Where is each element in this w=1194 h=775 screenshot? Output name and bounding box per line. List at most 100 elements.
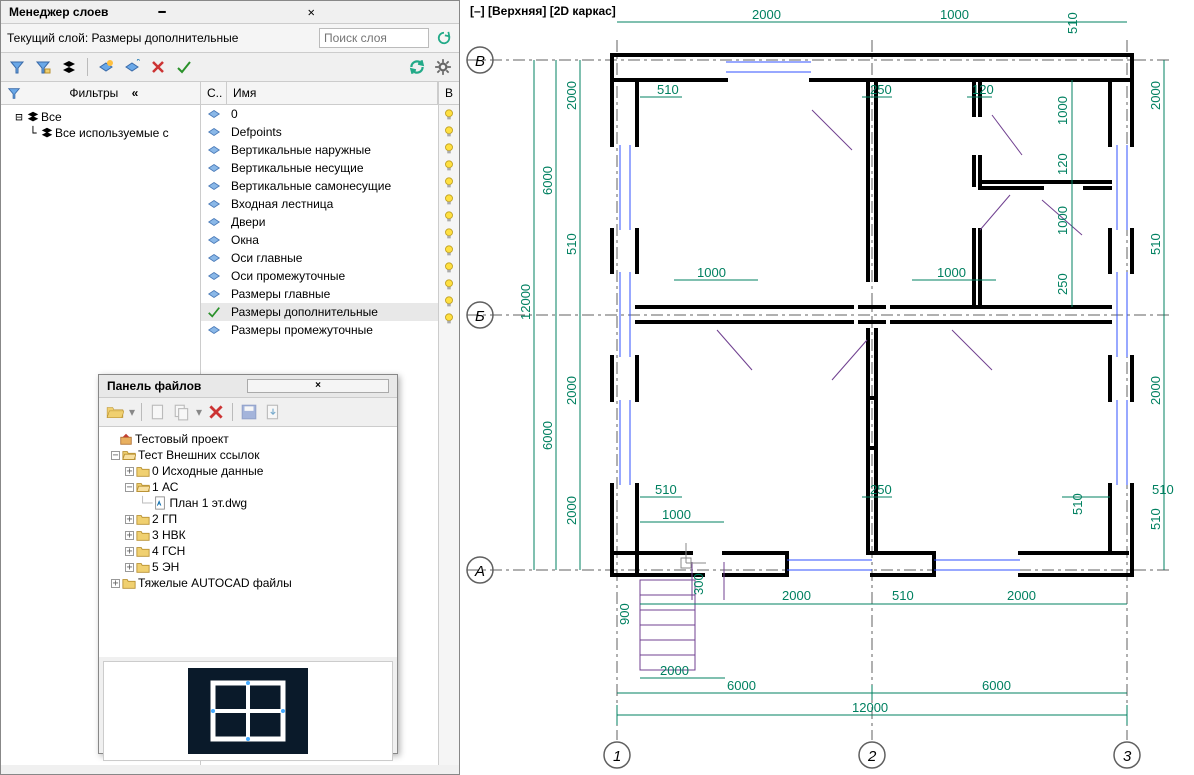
files-panel-titlebar[interactable]: Панель файлов × xyxy=(99,375,397,398)
folder-item[interactable]: − 1 АС xyxy=(103,479,393,495)
lightbulb-on-icon[interactable] xyxy=(442,244,456,258)
svg-text:510: 510 xyxy=(657,82,679,97)
layer-row[interactable]: Оси промежуточные xyxy=(201,267,438,285)
filters-collapse-button[interactable]: « xyxy=(132,86,194,100)
folder-item[interactable]: + 0 Исходные данные xyxy=(103,463,393,479)
svg-text:250: 250 xyxy=(1055,273,1070,295)
files-tree[interactable]: Тестовый проект− Тест Внешних ссылок+ 0 … xyxy=(99,427,397,657)
folder-root[interactable]: − Тест Внешних ссылок xyxy=(103,447,393,463)
copy-file-button[interactable] xyxy=(172,402,192,422)
folder-item[interactable]: + 2 ГП xyxy=(103,511,393,527)
new-layer-freeze-button[interactable]: * xyxy=(122,57,142,77)
layer-panel-titlebar[interactable]: Менеджер слоев ━ ✕ xyxy=(1,1,459,24)
files-panel[interactable]: Панель файлов × ▾ ▾ Тестовый проект− Тес… xyxy=(98,374,398,754)
delete-file-button[interactable] xyxy=(206,402,226,422)
open-project-button[interactable] xyxy=(105,402,125,422)
import-button[interactable] xyxy=(263,402,283,422)
file-item[interactable]: └─ План 1 эт.dwg xyxy=(103,495,393,511)
save-button[interactable] xyxy=(239,402,259,422)
dropdown-icon[interactable]: ▾ xyxy=(196,405,202,419)
refresh-list-button[interactable] xyxy=(407,57,427,77)
layer-row[interactable]: Размеры главные xyxy=(201,285,438,303)
svg-text:Б: Б xyxy=(475,308,485,325)
drawing-canvas[interactable]: В Б А 1 2 3 xyxy=(462,0,1194,775)
layer-toolbar: * xyxy=(1,53,459,82)
new-layer-button[interactable] xyxy=(96,57,116,77)
layer-search-input[interactable] xyxy=(319,28,429,48)
filter-row-all[interactable]: ⊟ Все xyxy=(3,109,198,125)
filters-tree[interactable]: ⊟ Все └ Все используемые с xyxy=(1,105,200,145)
svg-text:2000: 2000 xyxy=(564,81,579,110)
files-panel-close-button[interactable]: × xyxy=(247,379,389,393)
expand-button[interactable]: + xyxy=(111,579,120,588)
lightbulb-on-icon[interactable] xyxy=(442,227,456,241)
project-root[interactable]: Тестовый проект xyxy=(103,431,393,447)
minimize-button[interactable]: ━ xyxy=(158,5,301,19)
expand-button[interactable]: + xyxy=(125,547,134,556)
file-preview xyxy=(103,661,393,761)
layer-row[interactable]: Defpoints xyxy=(201,123,438,141)
svg-text:510: 510 xyxy=(655,482,677,497)
filter-all-label: Все xyxy=(41,110,62,124)
svg-text:3: 3 xyxy=(1123,748,1132,765)
lightbulb-on-icon[interactable] xyxy=(442,176,456,190)
layers-list-header: С.. Имя xyxy=(201,82,438,105)
expand-button[interactable]: + xyxy=(125,563,134,572)
lightbulb-on-icon[interactable] xyxy=(442,210,456,224)
layer-panel-title: Менеджер слоев xyxy=(9,5,152,19)
layer-row[interactable]: Окна xyxy=(201,231,438,249)
layers-on-column: В xyxy=(439,82,459,765)
svg-text:6000: 6000 xyxy=(540,421,555,450)
layer-states-button[interactable] xyxy=(59,57,79,77)
dropdown-icon[interactable]: ▾ xyxy=(129,405,135,419)
layer-row[interactable]: Оси главные xyxy=(201,249,438,267)
lightbulb-on-icon[interactable] xyxy=(442,261,456,275)
close-button[interactable]: ✕ xyxy=(308,5,451,19)
lightbulb-on-icon[interactable] xyxy=(442,312,456,326)
set-current-button[interactable] xyxy=(174,57,194,77)
expand-icon[interactable]: ⊟ xyxy=(13,110,25,124)
folder-heavy[interactable]: + Тяжелые AUTOCAD файлы xyxy=(103,575,393,591)
layer-row[interactable]: 0 xyxy=(201,105,438,123)
svg-text:120: 120 xyxy=(1055,153,1070,175)
new-group-filter-button[interactable] xyxy=(33,57,53,77)
lightbulb-on-icon[interactable] xyxy=(442,295,456,309)
col-name[interactable]: Имя xyxy=(227,82,438,104)
expand-button[interactable]: − xyxy=(125,483,134,492)
layer-row[interactable]: Вертикальные самонесущие xyxy=(201,177,438,195)
layers-rows[interactable]: 0DefpointsВертикальные наружныеВертикаль… xyxy=(201,105,438,339)
filter-row-used[interactable]: └ Все используемые с xyxy=(3,125,198,141)
layer-row[interactable]: Размеры дополнительные xyxy=(201,303,438,321)
svg-text:2000: 2000 xyxy=(1007,588,1036,603)
expand-button[interactable]: + xyxy=(125,467,134,476)
new-filter-button[interactable] xyxy=(7,57,27,77)
new-file-button[interactable] xyxy=(148,402,168,422)
expand-button[interactable]: + xyxy=(125,531,134,540)
lightbulb-on-icon[interactable] xyxy=(442,142,456,156)
lightbulb-on-icon[interactable] xyxy=(442,278,456,292)
settings-button[interactable] xyxy=(433,57,453,77)
col-on[interactable]: В xyxy=(439,82,459,105)
lightbulb-on-icon[interactable] xyxy=(442,125,456,139)
col-status[interactable]: С.. xyxy=(201,82,227,104)
delete-layer-button[interactable] xyxy=(148,57,168,77)
svg-text:1000: 1000 xyxy=(697,265,726,280)
layer-row[interactable]: Входная лестница xyxy=(201,195,438,213)
layer-row[interactable]: Размеры промежуточные xyxy=(201,321,438,339)
lightbulb-on-icon[interactable] xyxy=(442,108,456,122)
drawing-viewport[interactable]: [–] [Верхняя] [2D каркас] В Б А 1 2 3 xyxy=(462,0,1194,775)
layer-row[interactable]: Двери xyxy=(201,213,438,231)
layer-row[interactable]: Вертикальные несущие xyxy=(201,159,438,177)
refresh-button[interactable] xyxy=(435,29,453,47)
folder-item[interactable]: + 3 НВК xyxy=(103,527,393,543)
folder-item[interactable]: + 4 ГСН xyxy=(103,543,393,559)
expand-button[interactable]: − xyxy=(111,451,120,460)
lightbulb-on-icon[interactable] xyxy=(442,193,456,207)
expand-button[interactable]: + xyxy=(125,515,134,524)
layer-icon xyxy=(201,197,227,211)
lightbulb-on-icon[interactable] xyxy=(442,159,456,173)
layer-row[interactable]: Вертикальные наружные xyxy=(201,141,438,159)
layer-icon xyxy=(201,179,227,193)
folder-item[interactable]: + 5 ЭН xyxy=(103,559,393,575)
layer-icon xyxy=(201,125,227,139)
